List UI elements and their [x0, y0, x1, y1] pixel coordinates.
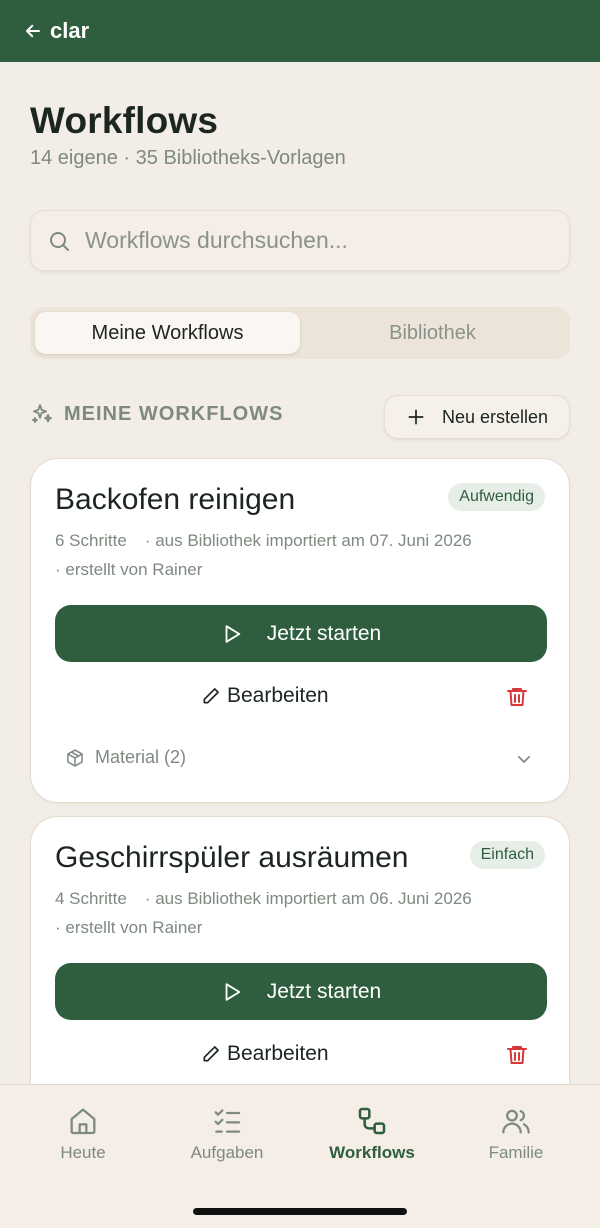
section-heading: MEINE WORKFLOWS — [30, 402, 283, 426]
workflow-meta: 6 Schritte · aus Bibliothek importiert am… — [55, 531, 472, 551]
start-button[interactable]: Jetzt starten — [55, 963, 547, 1020]
top-bar: clar — [0, 0, 600, 62]
new-workflow-label: Neu erstellen — [441, 406, 549, 427]
start-label: Jetzt starten — [266, 979, 382, 1003]
nav-label: Familie — [488, 1143, 544, 1162]
workflow-source: · aus Bibliothek importiert am 07. Juni … — [144, 531, 472, 550]
users-icon — [502, 1109, 530, 1134]
workflow-author: · erstellt von Rainer — [55, 918, 203, 937]
plus-icon — [408, 409, 424, 425]
edit-label: Bearbeiten — [227, 1042, 329, 1065]
step-count: 6 Schritte — [55, 531, 127, 550]
tab-bibliothek[interactable]: Bibliothek — [300, 312, 565, 354]
arrow-left-icon — [26, 24, 40, 38]
workflow-card: Backofen reinigen Aufwendig 6 Schritte · … — [30, 458, 570, 803]
nav-item-workflows[interactable]: Workflows — [297, 1105, 447, 1163]
pencil-icon — [203, 688, 219, 704]
tab-meine-workflows[interactable]: Meine Workflows — [35, 312, 300, 354]
workflow-source: · aus Bibliothek importiert am 06. Juni … — [144, 889, 472, 908]
page-title: Workflows — [30, 100, 219, 141]
nav-label: Workflows — [329, 1143, 415, 1162]
back-button[interactable]: clar — [24, 18, 89, 44]
material-label: Material (2) — [95, 747, 187, 767]
trash-icon[interactable] — [505, 685, 529, 709]
edit-label: Bearbeiten — [227, 684, 329, 707]
search-bar[interactable] — [30, 210, 570, 271]
back-label: clar — [50, 18, 90, 43]
play-icon — [225, 624, 241, 643]
edit-button[interactable]: Bearbeiten — [201, 684, 329, 708]
workflow-icon — [358, 1107, 386, 1135]
nav-item-heute[interactable]: Heute — [8, 1105, 158, 1163]
page-subtitle: 14 eigene · 35 Bibliotheks-Vorlagen — [30, 147, 346, 169]
workflow-author: · erstellt von Rainer — [55, 560, 203, 579]
checklist-icon — [214, 1109, 241, 1133]
pencil-icon — [203, 1046, 219, 1062]
step-count: 4 Schritte — [55, 889, 127, 908]
edit-button[interactable]: Bearbeiten — [201, 1042, 329, 1066]
search-icon — [50, 231, 69, 251]
nav-item-aufgaben[interactable]: Aufgaben — [152, 1105, 302, 1163]
bottom-navigation: Heute Aufgaben Workflows Familie — [0, 1084, 600, 1228]
trash-icon[interactable] — [505, 1043, 529, 1067]
home-icon — [70, 1108, 96, 1135]
workflow-title: Backofen reinigen — [55, 483, 296, 516]
material-toggle[interactable]: Material (2) — [65, 747, 186, 768]
box-icon — [67, 748, 83, 767]
nav-item-familie[interactable]: Familie — [441, 1105, 591, 1163]
start-button[interactable]: Jetzt starten — [55, 605, 547, 662]
segmented-control: Meine Workflows Bibliothek — [30, 307, 570, 359]
sparkles-icon — [32, 404, 52, 423]
difficulty-badge: Einfach — [469, 841, 545, 869]
start-label: Jetzt starten — [266, 621, 382, 645]
section-label: MEINE WORKFLOWS — [64, 402, 284, 425]
chevron-down-icon[interactable] — [515, 750, 533, 768]
home-indicator — [193, 1208, 407, 1215]
new-workflow-button[interactable]: Neu erstellen — [384, 395, 570, 439]
workflow-title: Geschirrspüler ausräumen — [55, 841, 409, 874]
search-input[interactable] — [85, 227, 525, 254]
difficulty-badge: Aufwendig — [448, 483, 545, 511]
nav-label: Aufgaben — [190, 1143, 264, 1162]
nav-label: Heute — [60, 1143, 106, 1162]
play-icon — [225, 982, 241, 1001]
workflow-meta: 4 Schritte · aus Bibliothek importiert am… — [55, 889, 472, 909]
